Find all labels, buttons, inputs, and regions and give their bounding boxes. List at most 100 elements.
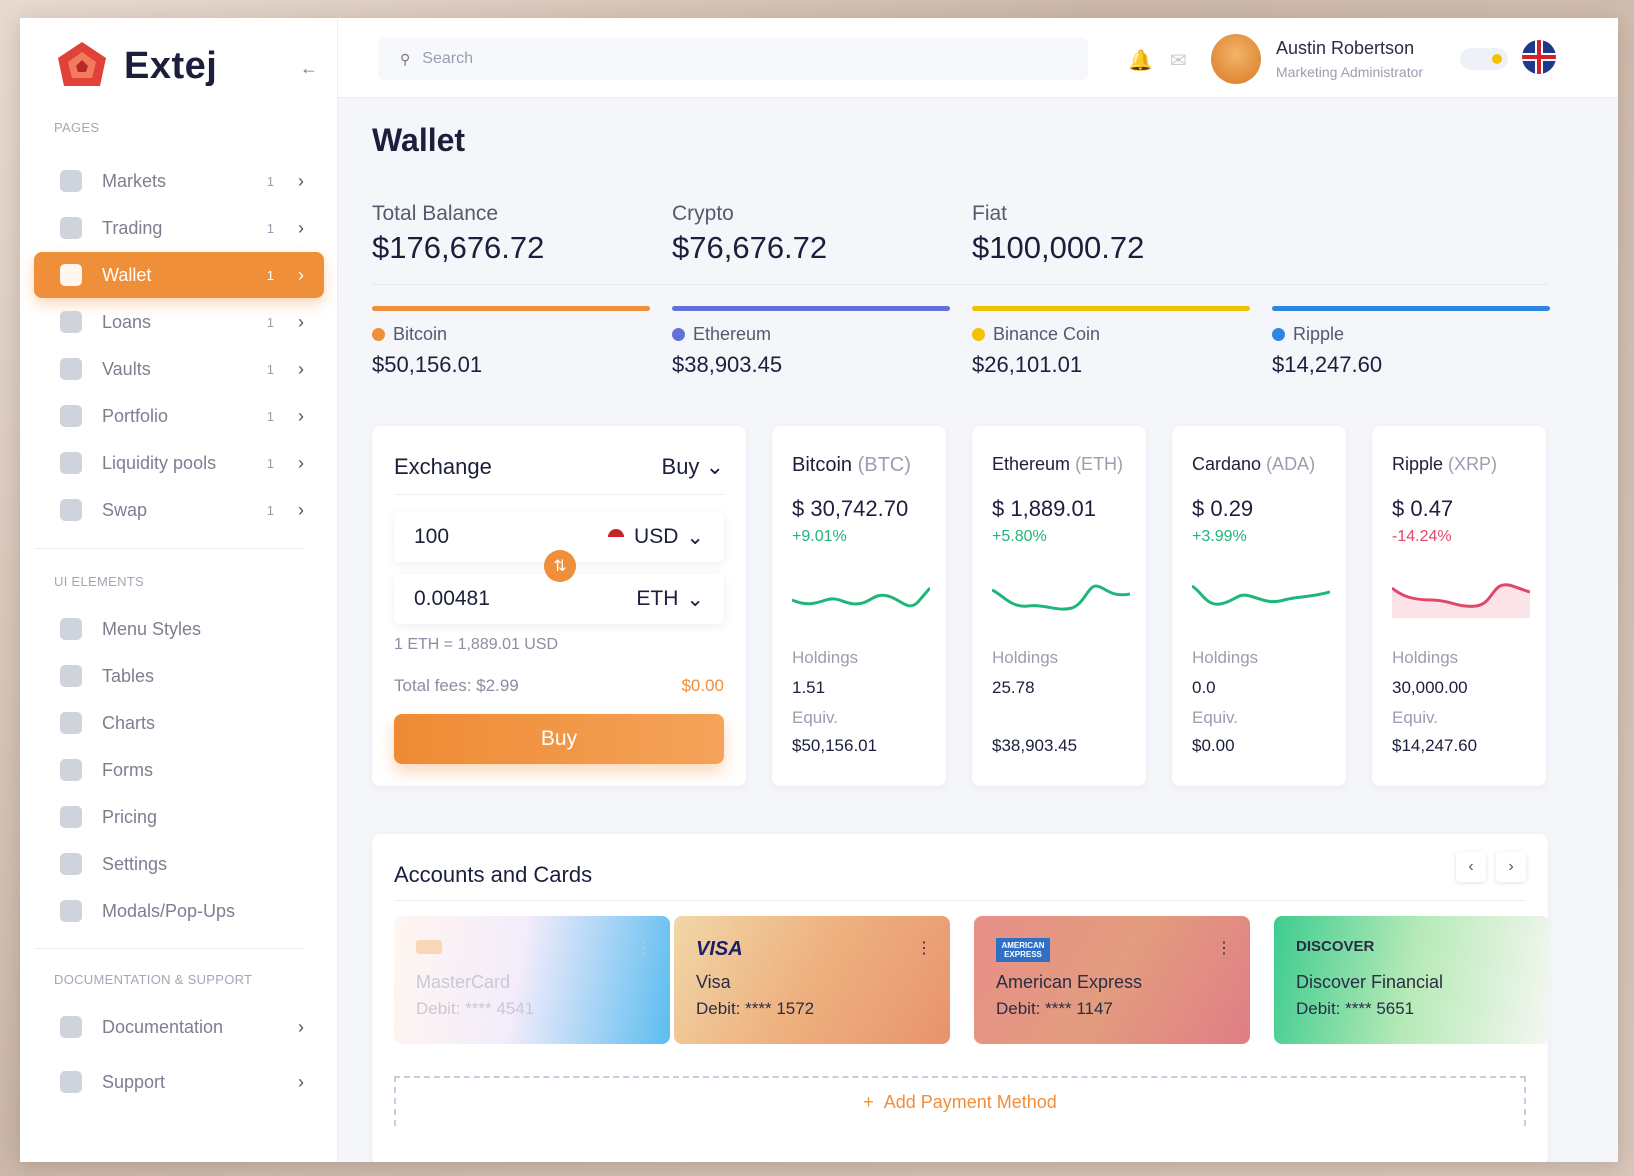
uk-flag-icon[interactable] (1522, 40, 1556, 74)
fees-value: $0.00 (681, 676, 724, 695)
exchange-title: Exchange (394, 454, 492, 479)
section-pages-label: PAGES (54, 120, 100, 135)
to-currency[interactable]: ETH (636, 587, 678, 611)
sidebar-item-menu-styles[interactable]: Menu Styles (34, 606, 324, 652)
sidebar-item-pricing[interactable]: Pricing (34, 794, 324, 840)
form-icon (60, 759, 82, 781)
coin-label: Ethereum (672, 324, 771, 345)
collapse-sidebar-icon[interactable]: ← (300, 58, 318, 79)
market-name: Cardano (ADA) (1192, 454, 1315, 475)
binance-dot-icon (972, 328, 985, 341)
add-payment-label: Add Payment Method (883, 1091, 1057, 1112)
market-card-ethereum[interactable]: Ethereum (ETH) $ 1,889.01 +5.80% Holding… (972, 426, 1146, 786)
market-change: +3.99% (1192, 528, 1247, 545)
balance-value: $176,676.72 (372, 230, 545, 265)
market-card-ripple[interactable]: Ripple (XRP) $ 0.47 -14.24% Holdings 30,… (1372, 426, 1546, 786)
sidebar-item-label: Documentation (102, 1016, 224, 1037)
support-icon (60, 1071, 82, 1093)
top-bar: ⚲ Search 🔔 ✉ Austin Robertson Marketing … (338, 18, 1618, 98)
card-debit: Debit: **** 1147 (996, 999, 1113, 1018)
prev-arrow-icon[interactable]: ‹ (1456, 852, 1486, 882)
payment-card-visa[interactable]: VISA Visa Debit: **** 1572 ⋮ (674, 916, 950, 1044)
market-ticker: (ETH) (1075, 454, 1124, 474)
sidebar-item-wallet[interactable]: Wallet 1 › (34, 252, 324, 298)
sidebar-item-tables[interactable]: Tables (34, 653, 324, 699)
sidebar-item-count: 1 (266, 314, 274, 330)
sidebar-item-portfolio[interactable]: Portfolio 1 › (34, 393, 324, 439)
sidebar-item-trading[interactable]: Trading 1 › (34, 205, 324, 251)
market-price: $ 0.47 (1392, 496, 1454, 521)
more-options-icon[interactable]: ⋮ (916, 938, 932, 958)
pie-chart-icon (60, 170, 82, 192)
sidebar-item-label: Forms (102, 759, 153, 780)
sidebar-item-count: 1 (266, 502, 274, 518)
sidebar-item-vaults[interactable]: Vaults 1 › (34, 346, 324, 392)
next-arrow-icon[interactable]: › (1496, 852, 1526, 882)
mail-icon[interactable]: ✉ (1170, 48, 1187, 73)
chevron-down-icon[interactable]: ⌄ (686, 525, 704, 550)
logo[interactable]: Extej (54, 36, 217, 96)
search-input[interactable]: ⚲ Search (378, 38, 1088, 80)
liquidity-icon (60, 452, 82, 474)
exchange-mode-value: Buy (661, 454, 700, 479)
sidebar-item-label: Wallet (102, 264, 152, 285)
sidebar-item-documentation[interactable]: Documentation › (34, 1004, 324, 1050)
avatar[interactable] (1211, 34, 1261, 84)
chevron-down-icon[interactable]: ⌄ (686, 587, 704, 612)
sidebar-item-label: Liquidity pools (102, 452, 217, 473)
from-currency[interactable]: USD (634, 525, 678, 549)
coin-name: Ethereum (693, 324, 772, 344)
user-icon (60, 618, 82, 640)
swap-direction-button[interactable]: ⇅ (544, 550, 576, 582)
chevron-right-icon: › (298, 405, 304, 426)
chevron-down-icon: ⌄ (705, 454, 724, 479)
sidebar-item-forms[interactable]: Forms (34, 747, 324, 793)
sparkline-chart (792, 587, 930, 608)
chevron-right-icon: › (298, 264, 304, 285)
buy-button[interactable]: Buy (394, 714, 724, 764)
balance-label: Total Balance (372, 202, 499, 225)
sparkline-chart (992, 584, 1130, 611)
chevron-right-icon: › (298, 217, 304, 238)
sidebar-item-markets[interactable]: Markets 1 › (34, 158, 324, 204)
sidebar-item-charts[interactable]: Charts (34, 700, 324, 746)
sidebar-item-modals[interactable]: Modals/Pop-Ups (34, 888, 324, 934)
sidebar-item-liquidity-pools[interactable]: Liquidity pools 1 › (34, 440, 324, 486)
market-name: Ethereum (ETH) (992, 454, 1123, 475)
payment-card-discover[interactable]: DISCOVER Discover Financial Debit: **** … (1274, 916, 1550, 1044)
user-name: Austin Robertson (1276, 38, 1415, 58)
us-flag-icon (608, 529, 625, 545)
more-options-icon[interactable]: ⋮ (636, 938, 652, 958)
payment-card-amex[interactable]: AMERICAN EXPRESS American Express Debit:… (974, 916, 1250, 1044)
market-card-cardano[interactable]: Cardano (ADA) $ 0.29 +3.99% Holdings 0.0… (1172, 426, 1346, 786)
payment-card-mastercard[interactable]: MasterCard Debit: **** 4541 ⋮ (394, 916, 670, 1044)
coin-label: Bitcoin (372, 324, 447, 345)
sidebar-item-swap[interactable]: Swap 1 › (34, 487, 324, 533)
exchange-mode-select[interactable]: Buy ⌄ (662, 454, 724, 480)
logo-icon (58, 42, 106, 86)
bell-icon[interactable]: 🔔 (1128, 48, 1153, 73)
result-value: 0.00481 (414, 587, 490, 610)
main-content: Wallet Total Balance $176,676.72 Crypto … (338, 98, 1618, 1162)
add-payment-method-button[interactable]: + Add Payment Method (394, 1076, 1526, 1126)
market-name: Bitcoin (BTC) (792, 454, 911, 477)
section-ui-label: UI ELEMENTS (54, 574, 144, 589)
market-card-bitcoin[interactable]: Bitcoin (BTC) $ 30,742.70 +9.01% Holding… (772, 426, 946, 786)
wallet-icon (60, 264, 82, 286)
more-options-icon[interactable]: ⋮ (1216, 938, 1232, 958)
equiv-value: $38,903.45 (992, 736, 1078, 755)
table-icon (60, 665, 82, 687)
sidebar-item-support[interactable]: Support › (34, 1059, 324, 1105)
holdings-value: 1.51 (792, 678, 826, 697)
sidebar-item-loans[interactable]: Loans 1 › (34, 299, 324, 345)
sidebar-item-label: Markets (102, 170, 167, 191)
user-role: Marketing Administrator (1276, 64, 1424, 80)
theme-toggle[interactable] (1460, 48, 1508, 70)
sidebar-item-label: Trading (102, 217, 163, 238)
accounts-title: Accounts and Cards (394, 862, 593, 887)
sidebar-item-label: Vaults (102, 358, 151, 379)
sidebar-item-label: Tables (102, 665, 155, 686)
ripple-dot-icon (1272, 328, 1285, 341)
bar-chart-icon (60, 217, 82, 239)
sidebar-item-settings[interactable]: Settings (34, 841, 324, 887)
